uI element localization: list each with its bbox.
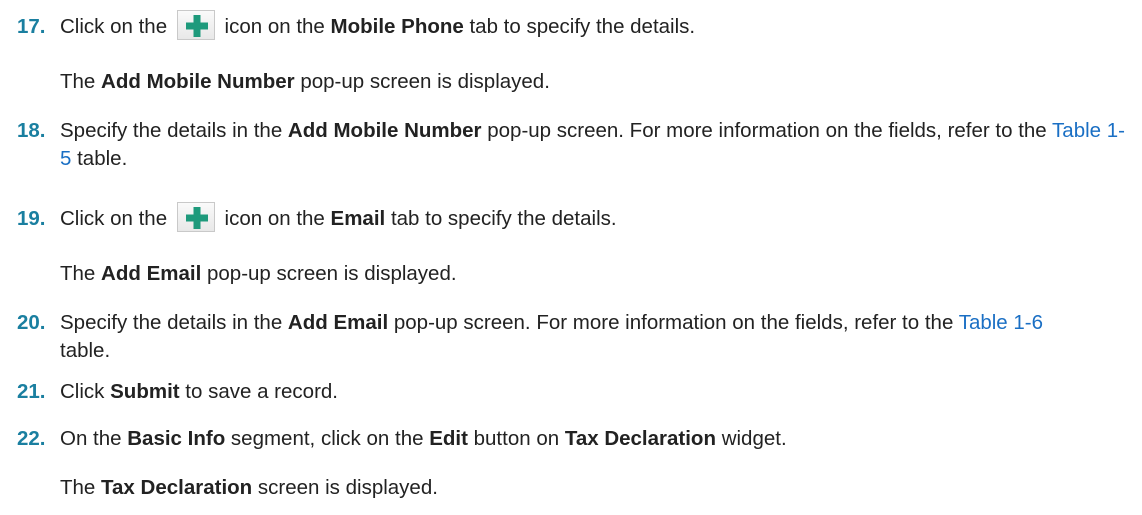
- step-text: icon on the: [224, 207, 325, 230]
- step-22-result: The Tax Declaration screen is displayed.: [60, 474, 438, 502]
- tax-declaration-label: Tax Declaration: [101, 476, 253, 499]
- step-text: button on: [473, 427, 560, 450]
- basic-info-label: Basic Info: [127, 427, 226, 450]
- step-number: 21.: [17, 380, 46, 403]
- step-text: Click on the: [60, 207, 168, 230]
- step-text: tab to specify the details.: [390, 207, 617, 230]
- step-19-result: The Add Email pop-up screen is displayed…: [60, 260, 457, 288]
- step-number: 22.: [17, 427, 46, 450]
- step-number: 20.: [17, 311, 46, 334]
- plus-icon: [176, 202, 215, 232]
- step-22: 22. On the Basic Info segment, click on t…: [17, 425, 1130, 453]
- result-text: screen is displayed.: [257, 476, 438, 499]
- step-text: tab to specify the details.: [469, 15, 696, 38]
- step-18: 18. Specify the details in the Add Mobile…: [17, 117, 1130, 173]
- step-number: 17.: [17, 15, 46, 38]
- step-text: Specify the details in the: [60, 119, 283, 142]
- document: 17. Click on the icon on the Mobile Phone…: [0, 0, 1142, 515]
- submit-label: Submit: [110, 380, 180, 403]
- step-text: to save a record.: [185, 380, 338, 403]
- step-17: 17. Click on the icon on the Mobile Phone…: [17, 10, 1130, 41]
- step-text: Click on the: [60, 15, 168, 38]
- result-text: pop-up screen is displayed.: [300, 70, 550, 93]
- result-text: The: [60, 262, 96, 285]
- step-text: Specify the details in the: [60, 311, 283, 334]
- step-number: 18.: [17, 119, 46, 142]
- step-text: segment, click on the: [230, 427, 424, 450]
- result-text: The: [60, 476, 96, 499]
- step-text: Click: [60, 380, 105, 403]
- plus-icon: [176, 10, 215, 40]
- edit-label: Edit: [429, 427, 468, 450]
- step-17-result: The Add Mobile Number pop-up screen is d…: [60, 68, 550, 96]
- step-text: widget.: [721, 427, 787, 450]
- step-number: 19.: [17, 207, 46, 230]
- add-email-label: Add Email: [101, 262, 202, 285]
- step-21: 21. Click Submit to save a record.: [17, 378, 1130, 406]
- step-text: On the: [60, 427, 122, 450]
- tax-declaration-label: Tax Declaration: [564, 427, 716, 450]
- email-tab-label: Email: [330, 207, 386, 230]
- step-text: pop-up screen. For more information on t…: [487, 119, 1047, 142]
- result-text: The: [60, 70, 96, 93]
- step-text: table.: [60, 339, 111, 362]
- step-20: 20. Specify the details in the Add Email …: [17, 309, 1082, 365]
- step-19: 19. Click on the icon on the Email tab to…: [17, 202, 1130, 233]
- add-mobile-number-label: Add Mobile Number: [287, 119, 482, 142]
- result-text: pop-up screen is displayed.: [206, 262, 457, 285]
- add-mobile-number-label: Add Mobile Number: [101, 70, 295, 93]
- step-text: pop-up screen. For more information on t…: [393, 311, 954, 334]
- step-text: table.: [77, 147, 128, 170]
- step-text: icon on the: [224, 15, 325, 38]
- mobile-phone-tab-label: Mobile Phone: [330, 15, 464, 38]
- table-1-6-link[interactable]: Table 1-6: [959, 311, 1043, 334]
- add-email-label: Add Email: [287, 311, 389, 334]
